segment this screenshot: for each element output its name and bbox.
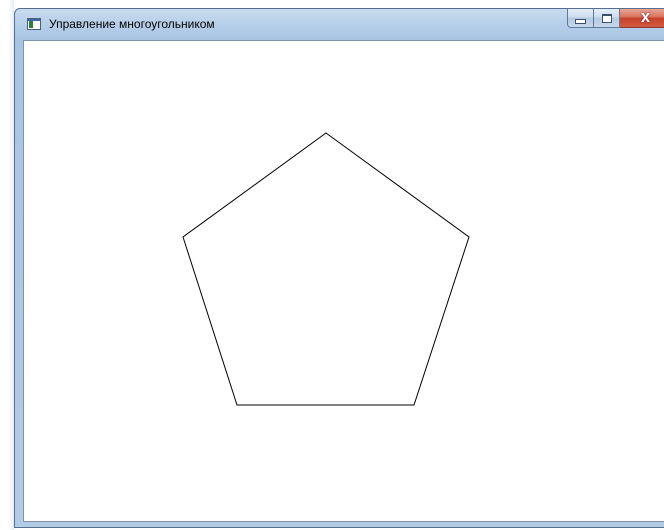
app-window-icon[interactable] — [27, 18, 41, 30]
caption-buttons: X — [567, 9, 664, 29]
close-button[interactable]: X — [620, 9, 664, 28]
app-window: Управление многоугольником X — [14, 8, 664, 528]
polygon-drawing — [182, 132, 470, 406]
window-title: Управление многоугольником — [49, 17, 215, 31]
title-bar[interactable]: Управление многоугольником X — [15, 9, 664, 41]
background-left-edge — [0, 0, 14, 530]
drawing-canvas[interactable] — [23, 40, 664, 522]
minimize-button[interactable] — [567, 9, 594, 28]
minimize-icon — [575, 18, 586, 24]
close-icon: X — [640, 11, 651, 25]
pentagon-shape[interactable] — [182, 132, 470, 406]
maximize-button[interactable] — [594, 9, 620, 28]
maximize-icon — [601, 13, 612, 23]
